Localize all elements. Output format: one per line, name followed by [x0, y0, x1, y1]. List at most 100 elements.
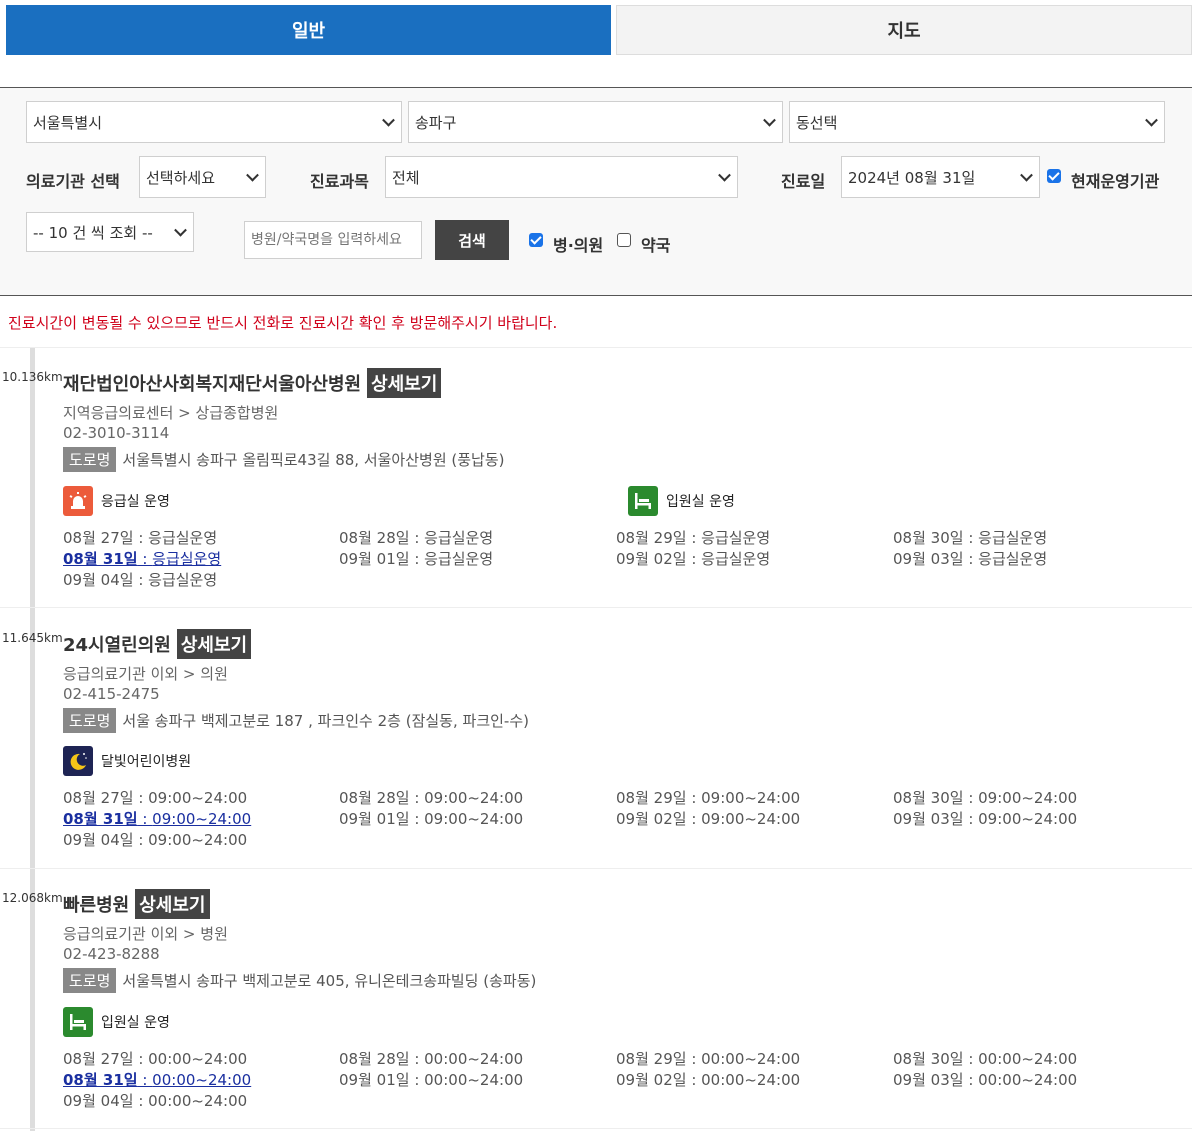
- schedule-item: 09월 04일 : 09:00~24:00: [63, 831, 248, 849]
- hospital-entry: 11.645km 24시열린의원 상세보기 응급의료기관 이외 > 의원 02-4…: [0, 609, 1192, 867]
- operating-label: 현재운영기관: [1071, 172, 1160, 191]
- service-inpatient: 입원실 운영: [63, 1007, 170, 1037]
- schedule-item: 08월 27일 : 09:00~24:00: [63, 789, 248, 807]
- hospital-phone: 02-415-2475: [63, 685, 160, 703]
- institution-label: 의료기관 선택: [26, 172, 120, 191]
- schedule-item: 09월 03일 : 09:00~24:00: [893, 810, 1078, 828]
- schedule-item: 08월 30일 : 응급실운영: [893, 529, 1048, 547]
- department-label: 진료과목: [310, 172, 369, 191]
- service-label: 입원실 운영: [666, 494, 735, 510]
- schedule-item: 09월 04일 : 00:00~24:00: [63, 1092, 248, 1110]
- hospital-phone: 02-423-8288: [63, 945, 160, 963]
- address-text: 서울특별시 송파구 백제고분로 405, 유니온테크송파빌딩 (송파동): [122, 972, 537, 990]
- service-emergency: 응급실 운영: [63, 486, 170, 516]
- schedule-item: 09월 04일 : 응급실운영: [63, 571, 218, 589]
- schedule-item: 09월 02일 : 09:00~24:00: [616, 810, 801, 828]
- schedule-item: 09월 02일 : 00:00~24:00: [616, 1071, 801, 1089]
- notice-text: 진료시간이 변동될 수 있으므로 반드시 전화로 진료시간 확인 후 방문해주시…: [8, 314, 558, 332]
- hospital-category: 응급의료기관 이외 > 의원: [63, 665, 228, 683]
- schedule-item: 09월 03일 : 00:00~24:00: [893, 1071, 1078, 1089]
- page-size-value: -- 10 건 씩 조회 --: [33, 223, 153, 242]
- hospital-name-text: 재단법인아산사회복지재단서울아산병원: [63, 374, 362, 395]
- schedule-item-today[interactable]: 08월 31일 : 00:00~24:00: [63, 1069, 251, 1090]
- schedule-item: 08월 29일 : 응급실운영: [616, 529, 771, 547]
- hospital-category: 응급의료기관 이외 > 병원: [63, 925, 228, 943]
- schedule-item: 08월 28일 : 응급실운영: [339, 529, 494, 547]
- distance: 11.645km: [2, 631, 63, 645]
- institution-select[interactable]: 선택하세요: [139, 156, 266, 198]
- hospital-name: 24시열린의원 상세보기: [63, 629, 252, 659]
- view-tabs: 일반 지도: [6, 5, 1192, 55]
- road-tag: 도로명: [63, 447, 117, 472]
- date-select[interactable]: 2024년 08월 31일: [841, 156, 1040, 198]
- service-label: 입원실 운영: [101, 1015, 170, 1031]
- schedule-item: 08월 29일 : 00:00~24:00: [616, 1050, 801, 1068]
- schedule-item: 08월 28일 : 09:00~24:00: [339, 789, 524, 807]
- moon-night-icon: [63, 746, 93, 776]
- chevron-down-icon: [1145, 113, 1158, 127]
- hospital-address: 도로명 서울특별시 송파구 올림픽로43길 88, 서울아산병원 (풍납동): [63, 447, 505, 472]
- date-label: 진료일: [781, 172, 826, 191]
- institution-select-value: 선택하세요: [146, 168, 216, 187]
- service-label: 응급실 운영: [101, 494, 170, 510]
- detail-button[interactable]: 상세보기: [135, 889, 210, 919]
- hospital-entry: 10.136km 재단법인아산사회복지재단서울아산병원 상세보기 지역응급의료센터…: [0, 348, 1192, 606]
- page-size-select[interactable]: -- 10 건 씩 조회 --: [26, 212, 194, 252]
- tab-map[interactable]: 지도: [616, 5, 1192, 55]
- inpatient-bed-icon: [63, 1007, 93, 1037]
- schedule-item: 09월 03일 : 응급실운영: [893, 550, 1048, 568]
- hospital-name-text: 빠른병원: [63, 895, 130, 916]
- chevron-down-icon: [174, 223, 187, 237]
- hospital-checkbox-label: 병·의원: [553, 236, 604, 255]
- hospital-name-text: 24시열린의원: [63, 635, 171, 656]
- hospital-name: 재단법인아산사회복지재단서울아산병원 상세보기: [63, 368, 442, 398]
- district-select[interactable]: 송파구: [408, 101, 783, 143]
- service-label: 달빛어린이병원: [101, 754, 192, 770]
- schedule-item: 08월 27일 : 00:00~24:00: [63, 1050, 248, 1068]
- chevron-down-icon: [246, 168, 259, 182]
- city-select-value: 서울특별시: [33, 113, 103, 132]
- city-select[interactable]: 서울특별시: [26, 101, 402, 143]
- chevron-down-icon: [1020, 168, 1033, 182]
- schedule-item-today[interactable]: 08월 31일 : 09:00~24:00: [63, 808, 251, 829]
- operating-checkbox[interactable]: [1047, 169, 1061, 183]
- road-tag: 도로명: [63, 968, 117, 993]
- department-select-value: 전체: [392, 168, 420, 187]
- hospital-checkbox[interactable]: [529, 233, 543, 247]
- divider: [0, 607, 1192, 608]
- date-select-value: 2024년 08월 31일: [848, 168, 976, 187]
- pharmacy-checkbox-label: 약국: [641, 236, 671, 255]
- road-tag: 도로명: [63, 708, 117, 733]
- pharmacy-checkbox[interactable]: [617, 233, 631, 247]
- schedule-item-today[interactable]: 08월 31일 : 응급실운영: [63, 548, 221, 569]
- address-text: 서울특별시 송파구 올림픽로43길 88, 서울아산병원 (풍납동): [122, 451, 505, 469]
- dong-select-value: 동선택: [796, 113, 838, 132]
- hospital-address: 도로명 서울 송파구 백제고분로 187 , 파크인수 2층 (잠실동, 파크인…: [63, 708, 529, 733]
- service-inpatient: 입원실 운영: [628, 486, 735, 516]
- emergency-siren-icon: [63, 486, 93, 516]
- schedule-item: 08월 30일 : 00:00~24:00: [893, 1050, 1078, 1068]
- search-input[interactable]: [244, 221, 422, 259]
- dong-select[interactable]: 동선택: [789, 101, 1165, 143]
- divider: [0, 1128, 1192, 1129]
- detail-button[interactable]: 상세보기: [367, 368, 442, 398]
- search-button[interactable]: 검색: [435, 220, 509, 260]
- schedule-item: 09월 01일 : 00:00~24:00: [339, 1071, 524, 1089]
- hospital-address: 도로명 서울특별시 송파구 백제고분로 405, 유니온테크송파빌딩 (송파동): [63, 968, 536, 993]
- detail-button[interactable]: 상세보기: [176, 629, 252, 659]
- tab-general[interactable]: 일반: [6, 5, 611, 55]
- inpatient-bed-icon: [628, 486, 658, 516]
- chevron-down-icon: [382, 113, 395, 127]
- hospital-entry: 12.068km 빠른병원 상세보기 응급의료기관 이외 > 병원 02-423-…: [0, 869, 1192, 1127]
- distance: 10.136km: [2, 370, 63, 384]
- hospital-category: 지역응급의료센터 > 상급종합병원: [63, 404, 279, 422]
- chevron-down-icon: [718, 168, 731, 182]
- schedule-item: 09월 02일 : 응급실운영: [616, 550, 771, 568]
- schedule-item: 08월 29일 : 09:00~24:00: [616, 789, 801, 807]
- service-moonlight: 달빛어린이병원: [63, 746, 191, 776]
- distance: 12.068km: [2, 891, 63, 905]
- hospital-name: 빠른병원 상세보기: [63, 889, 210, 919]
- schedule-item: 09월 01일 : 응급실운영: [339, 550, 494, 568]
- schedule-item: 08월 30일 : 09:00~24:00: [893, 789, 1078, 807]
- department-select[interactable]: 전체: [385, 156, 738, 198]
